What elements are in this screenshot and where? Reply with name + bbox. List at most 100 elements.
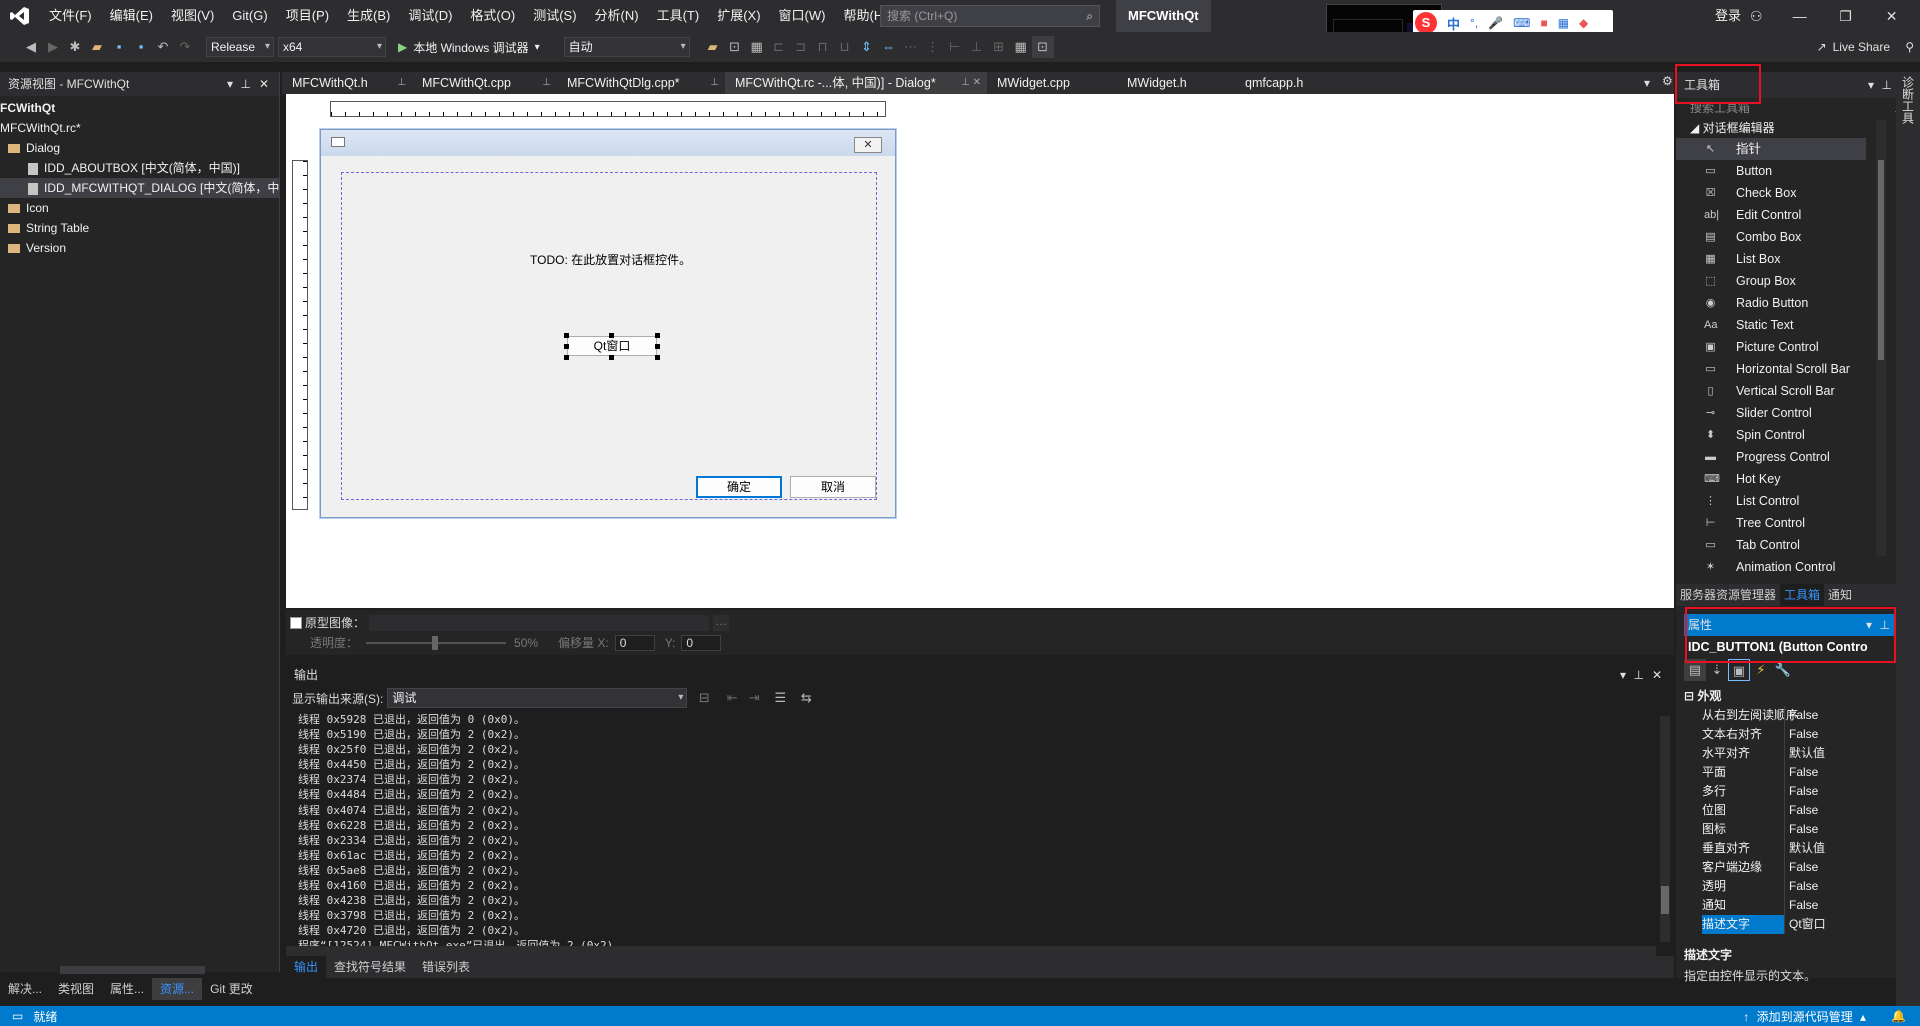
ime-mode[interactable]: 中 <box>1447 14 1460 33</box>
tree-item[interactable]: Version <box>0 238 279 258</box>
property-row[interactable]: 多行 False <box>1676 782 1872 801</box>
output-scrollbar[interactable] <box>1660 716 1670 942</box>
tab-3[interactable]: 资源... <box>152 978 203 1000</box>
close-button[interactable]: ✕ <box>1869 0 1915 32</box>
tree-item[interactable]: IDD_ABOUTBOX [中文(简体，中国)] <box>0 158 279 178</box>
document-tab[interactable]: MWidget.cpp <box>987 72 1117 94</box>
tab-4[interactable]: Git 更改 <box>202 978 261 1000</box>
skin-icon[interactable]: ◆ <box>1579 16 1588 30</box>
source-control-button[interactable]: ↑ 添加到源代码管理 ▴ <box>1743 1008 1866 1025</box>
settings-gear-icon[interactable]: ⚙ <box>1662 74 1673 88</box>
pin-icon[interactable]: ⊥ <box>1634 664 1644 686</box>
prototype-checkbox[interactable] <box>290 616 302 629</box>
open-icon[interactable]: ▰ <box>86 36 108 58</box>
login-link[interactable]: 登录 <box>1706 0 1750 32</box>
align-bottom-icon[interactable]: ⊔ <box>834 36 856 58</box>
new-item-icon[interactable]: ✱ <box>64 36 86 58</box>
property-value[interactable]: 默认值 <box>1784 744 1825 763</box>
property-value[interactable]: False <box>1784 763 1818 782</box>
vs-logo-icon[interactable] <box>0 0 40 32</box>
category-appearance[interactable]: ⊟ 外观 <box>1676 686 1920 706</box>
run-button[interactable]: ▶ 本地 Windows 调试器 ▾ <box>398 39 540 56</box>
property-row[interactable]: 通知 False <box>1676 896 1872 915</box>
toolbox-item[interactable]: ⌨ Hot Key <box>1676 468 1866 490</box>
menu-item[interactable]: 分析(N) <box>586 0 648 32</box>
document-tab[interactable]: MFCWithQtDlg.cpp* ⊥ <box>557 72 725 94</box>
property-value[interactable]: False <box>1784 896 1818 915</box>
pin-icon[interactable]: ⊥ <box>397 72 406 94</box>
toolbox-item[interactable]: ▬ Progress Control <box>1676 446 1866 468</box>
toolbox-item[interactable]: ▣ Picture Control <box>1676 336 1866 358</box>
dialog-preview[interactable]: ✕ TODO: 在此放置对话框控件。 Qt窗口 确定 取消 <box>320 129 896 518</box>
save-all-icon[interactable]: ▪ <box>130 36 152 58</box>
dialog-close-icon[interactable]: ✕ <box>854 137 882 153</box>
cancel-button[interactable]: 取消 <box>790 476 876 498</box>
close-icon[interactable]: ✕ <box>1652 664 1662 686</box>
document-tab[interactable]: MWidget.h <box>1117 72 1235 94</box>
gift-icon[interactable]: ■ <box>1540 16 1547 30</box>
diagnostic-tools-tab[interactable]: 诊断工具 <box>1900 76 1917 124</box>
property-row[interactable]: 水平对齐 默认值 <box>1676 744 1872 763</box>
ok-button[interactable]: 确定 <box>696 476 782 498</box>
live-share-button[interactable]: ↗ Live Share <box>1817 40 1890 54</box>
keyboard-icon[interactable]: ⌨ <box>1513 16 1530 30</box>
selection-handle[interactable] <box>564 333 569 338</box>
word-wrap-icon[interactable]: ⇆ <box>795 687 817 709</box>
toolbox-item[interactable]: ⋮ List Control <box>1676 490 1866 512</box>
toolbox-item[interactable]: ▦ List Box <box>1676 248 1866 270</box>
menu-item[interactable]: 文件(F) <box>40 0 101 32</box>
tree-item[interactable]: IDD_MFCWITHQT_DIALOG [中文(简体，中 <box>0 178 279 198</box>
property-value[interactable]: False <box>1784 801 1818 820</box>
toolbox-item[interactable]: ab| Edit Control <box>1676 204 1866 226</box>
toolbox-item[interactable]: ▭ Tab Control <box>1676 534 1866 556</box>
output-tab-0[interactable]: 输出 <box>286 956 327 978</box>
pin-icon[interactable]: ⊥ <box>241 72 251 96</box>
tree-item[interactable]: FCWithQt <box>0 98 279 118</box>
platform-select[interactable]: x64 <box>278 37 386 57</box>
property-value[interactable]: False <box>1784 782 1818 801</box>
center-vert-icon[interactable]: ⇕ <box>856 36 878 58</box>
back-icon[interactable]: ◀ <box>20 36 42 58</box>
toolbox-item[interactable]: ↖ 指针 <box>1676 138 1866 160</box>
toolbox-item[interactable]: ⊸ Slider Control <box>1676 402 1866 424</box>
toolbox-item[interactable]: ⊢ Tree Control <box>1676 512 1866 534</box>
output-tab-2[interactable]: 错误列表 <box>414 956 478 978</box>
align-top-icon[interactable]: ⊓ <box>812 36 834 58</box>
property-value[interactable]: False <box>1784 725 1818 744</box>
toolbox-item[interactable]: ⬚ Group Box <box>1676 270 1866 292</box>
make-same-height-icon[interactable]: ⊥ <box>966 36 988 58</box>
toggle-grid-icon[interactable]: ▦ <box>1010 36 1032 58</box>
redo-icon[interactable]: ↷ <box>174 36 196 58</box>
menu-item[interactable]: 项目(P) <box>277 0 338 32</box>
toolbox-scrollbar[interactable] <box>1876 120 1886 556</box>
tab-overflow-icon[interactable]: ▾ <box>1644 76 1650 90</box>
property-row[interactable]: 平面 False <box>1676 763 1872 782</box>
bell-icon[interactable]: 🔔 <box>1891 1009 1906 1023</box>
property-value[interactable]: False <box>1784 820 1818 839</box>
user-icon[interactable]: ⚇ <box>1750 8 1763 25</box>
toggle-guides-icon[interactable]: ⊡ <box>1031 36 1054 58</box>
clear-all-icon[interactable]: ☰ <box>769 687 791 709</box>
document-tab[interactable]: MFCWithQt.cpp ⊥ <box>412 72 557 94</box>
property-value[interactable]: False <box>1784 858 1818 877</box>
tree-item[interactable]: Dialog <box>0 138 279 158</box>
menu-item[interactable]: Git(G) <box>223 0 276 32</box>
toolbox-item[interactable]: ◉ Radio Button <box>1676 292 1866 314</box>
document-tab[interactable]: MFCWithQt.rc -...体, 中国)] - Dialog* ⊥ ✕ <box>725 72 987 94</box>
document-tab[interactable]: MFCWithQt.h ⊥ <box>282 72 412 94</box>
auto-select[interactable]: 自动 <box>563 37 690 57</box>
dropdown-icon[interactable]: ▾ <box>1868 72 1874 98</box>
tree-item[interactable]: String Table <box>0 218 279 238</box>
next-message-icon[interactable]: ⇥ <box>743 687 765 709</box>
tree-item[interactable]: Icon <box>0 198 279 218</box>
document-tab[interactable]: qmfcapp.h <box>1235 72 1335 94</box>
tree-item[interactable]: MFCWithQt.rc* <box>0 118 279 138</box>
property-row[interactable]: 从右到左阅读顺序 False <box>1676 706 1872 725</box>
selection-handle[interactable] <box>609 355 614 360</box>
property-row[interactable]: 图标 False <box>1676 820 1872 839</box>
toolbox-tab-2[interactable]: 通知 <box>1824 584 1856 606</box>
toolbox-item[interactable]: Aa Static Text <box>1676 314 1866 336</box>
toolbox-item[interactable]: ✶ Animation Control <box>1676 556 1866 578</box>
folder-icon[interactable]: ▰ <box>702 36 724 58</box>
selection-handle[interactable] <box>655 344 660 349</box>
